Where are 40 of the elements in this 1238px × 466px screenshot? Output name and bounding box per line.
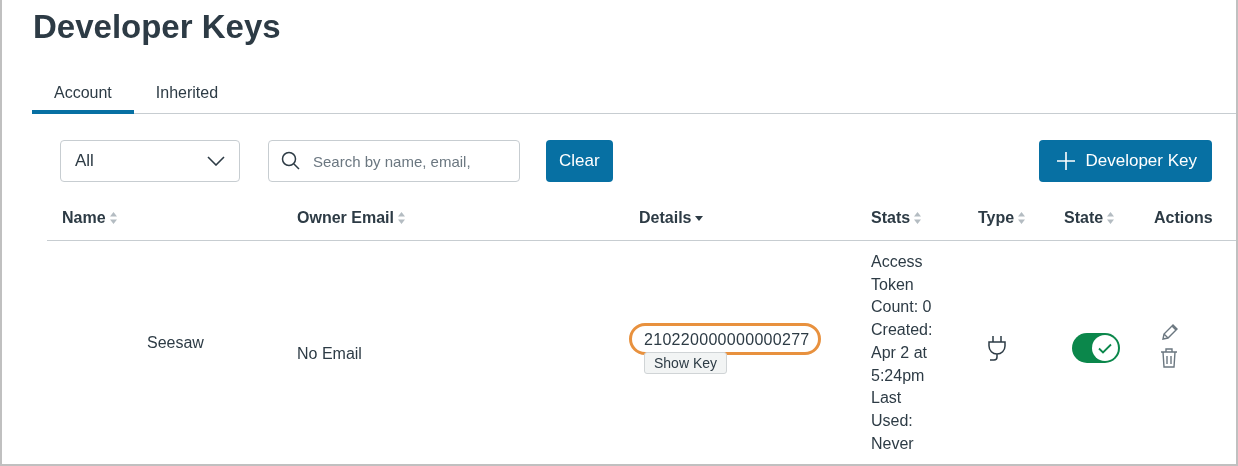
- stats-text: Used:: [871, 410, 914, 431]
- sort-descending-icon: [695, 215, 704, 221]
- column-header[interactable]: Owner Email: [297, 209, 405, 227]
- column-header[interactable]: Name: [62, 209, 117, 227]
- filter-dropdown[interactable]: All: [60, 140, 240, 182]
- plug-icon: [986, 335, 1008, 362]
- sort-icon: [109, 212, 117, 224]
- key-name: Seesaw: [147, 334, 205, 353]
- search-field[interactable]: Search by name, email,: [268, 140, 520, 182]
- pencil-icon[interactable]: [1160, 322, 1180, 343]
- owner-email: No Email: [297, 345, 363, 364]
- checkmark-icon: [1098, 342, 1112, 354]
- column-header[interactable]: Details: [639, 209, 704, 227]
- column-header[interactable]: Actions: [1154, 209, 1213, 227]
- state-toggle[interactable]: [1072, 333, 1120, 364]
- stats-text: Count: 0: [871, 297, 933, 318]
- clear-button[interactable]: Clear: [546, 140, 613, 182]
- sort-icon: [914, 212, 922, 224]
- stats-text: Never: [871, 433, 915, 454]
- search-icon: [281, 151, 301, 171]
- chevron-down-icon: [207, 156, 225, 166]
- stats-text: Token: [871, 274, 915, 295]
- column-header[interactable]: Type: [978, 209, 1026, 227]
- tab[interactable]: Inherited: [133, 80, 241, 114]
- stats-text: Apr 2 at: [871, 342, 929, 363]
- page-title: Developer Keys: [32, 7, 282, 47]
- trash-icon[interactable]: [1160, 348, 1178, 369]
- sort-icon: [397, 212, 405, 224]
- show-key-button[interactable]: Show Key: [644, 351, 728, 374]
- plus-icon: [1057, 152, 1076, 170]
- stats-text: Created:: [871, 320, 934, 341]
- stats-text: Access: [871, 252, 924, 272]
- column-header[interactable]: State: [1064, 209, 1115, 227]
- stats-text: 5:24pm: [871, 365, 926, 386]
- sort-icon: [1107, 212, 1115, 224]
- add-developer-key-button[interactable]: Developer Key: [1039, 140, 1212, 182]
- sort-icon: [1018, 212, 1026, 224]
- column-header[interactable]: Stats: [871, 209, 922, 227]
- stats-text: Last: [871, 388, 903, 409]
- tab[interactable]: Account: [32, 80, 134, 114]
